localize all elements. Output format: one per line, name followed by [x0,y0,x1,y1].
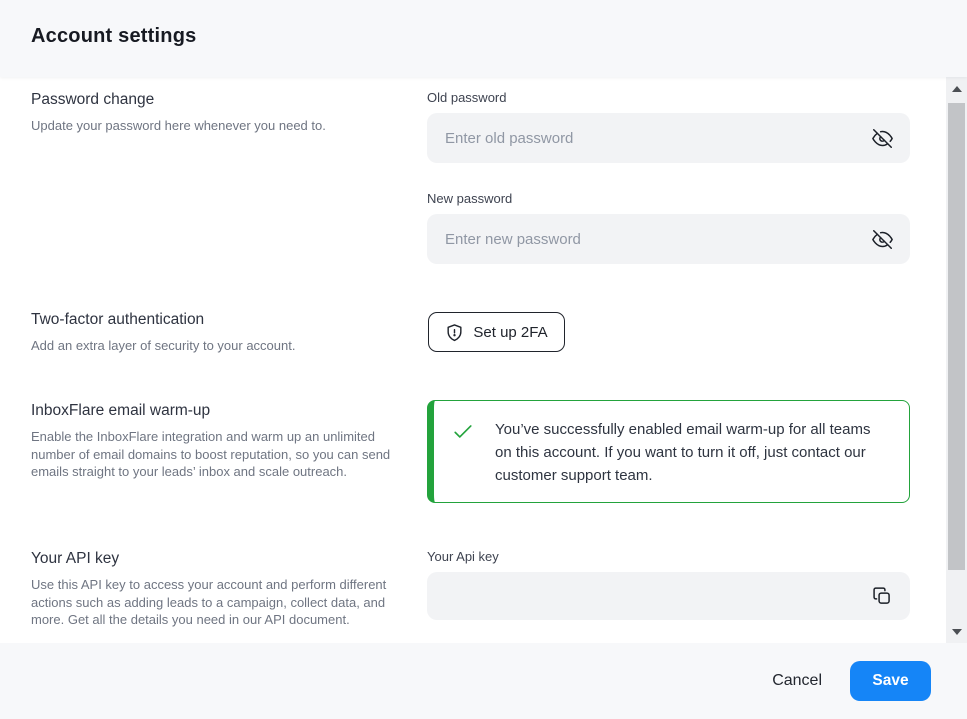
arrow-down-icon [952,629,962,635]
dialog-header: Account settings [0,0,967,77]
account-settings-dialog: { "header": { "title": "Account settings… [0,0,967,719]
copy-icon [872,586,892,606]
toggle-new-password-visibility-button[interactable] [870,227,894,251]
warmup-success-alert: You’ve successfully enabled email warm-u… [427,400,910,503]
eye-off-icon [872,229,893,250]
section-description: Add an extra layer of security to your a… [31,337,409,355]
scroll-down-button[interactable] [946,623,967,640]
scrollbar-thumb[interactable] [948,103,965,570]
api-key-label: Your Api key [427,549,499,565]
warmup-success-message: You’ve successfully enabled email warm-u… [495,418,889,487]
section-title: InboxFlare email warm-up [31,401,409,420]
cancel-button[interactable]: Cancel [772,672,822,690]
section-description: Update your password here whenever you n… [31,117,409,135]
old-password-label: Old password [427,90,506,106]
new-password-input[interactable] [443,230,870,249]
section-api-key: Your API key Use this API key to access … [31,549,409,629]
old-password-field-wrap [427,113,910,163]
scroll-up-button[interactable] [946,80,967,97]
section-description: Enable the InboxFlare integration and wa… [31,428,409,481]
vertical-scrollbar[interactable] [946,77,967,643]
toggle-old-password-visibility-button[interactable] [870,126,894,150]
arrow-up-icon [952,86,962,92]
section-description: Use this API key to access your account … [31,576,409,629]
section-two-factor: Two-factor authentication Add an extra l… [31,310,409,355]
setup-2fa-button-label: Set up 2FA [473,324,547,341]
api-key-field-wrap [427,572,910,620]
shield-icon [445,323,464,342]
page-title: Account settings [31,25,196,48]
old-password-input[interactable] [443,129,870,148]
dialog-footer: Cancel Save [0,643,967,719]
setup-2fa-button[interactable]: Set up 2FA [428,312,565,352]
eye-off-icon [872,128,893,149]
api-key-input[interactable] [443,587,870,606]
dialog-body: Password change Update your password her… [0,77,967,643]
save-button[interactable]: Save [850,661,931,701]
new-password-label: New password [427,191,512,207]
section-title: Password change [31,90,409,109]
section-password-change: Password change Update your password her… [31,90,409,135]
copy-api-key-button[interactable] [870,584,894,608]
new-password-field-wrap [427,214,910,264]
section-title: Two-factor authentication [31,310,409,329]
section-email-warmup: InboxFlare email warm-up Enable the Inbo… [31,401,409,481]
section-title: Your API key [31,549,409,568]
check-icon [452,420,474,442]
